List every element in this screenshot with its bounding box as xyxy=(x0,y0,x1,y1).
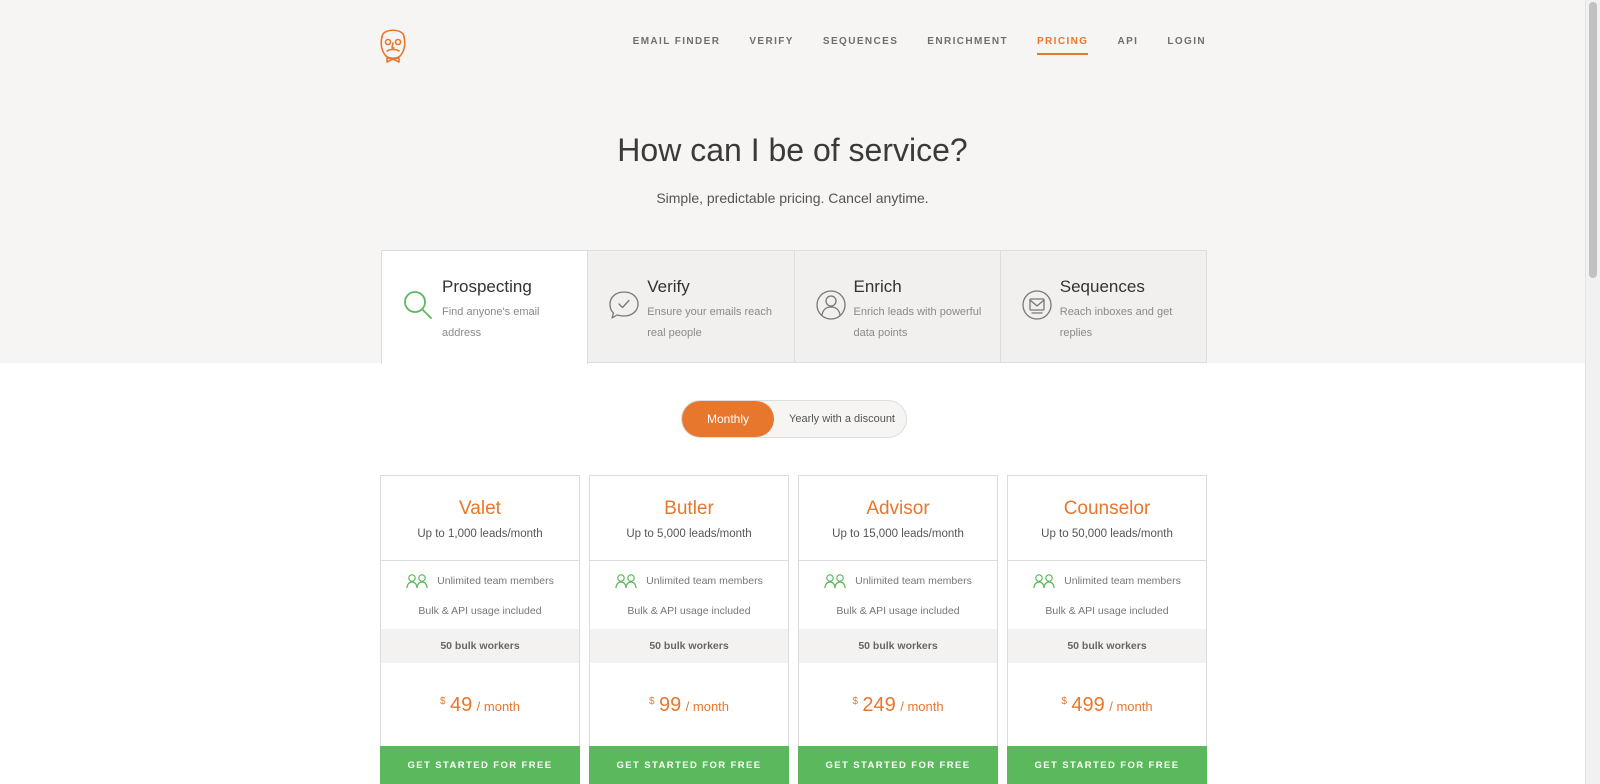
price-currency: $ xyxy=(852,696,858,707)
plan-team: Unlimited team members xyxy=(381,571,579,591)
price-amount: 249 xyxy=(862,694,896,716)
nav-verify[interactable]: VERIFY xyxy=(749,36,794,55)
price-currency: $ xyxy=(439,696,446,707)
plan-name: Butler xyxy=(664,498,714,519)
tab-desc: Enrich leads with powerful data points xyxy=(853,306,982,339)
get-started-button[interactable]: GET STARTED FOR FREE xyxy=(380,746,580,784)
plan-team-label: Unlimited team members xyxy=(437,575,554,587)
price-period: / month xyxy=(1109,699,1153,714)
plan-card-advisor: Advisor Up to 15,000 leads/month Unlimit… xyxy=(798,475,998,784)
nav-pricing[interactable]: PRICING xyxy=(1036,36,1089,55)
plan-team-label: Unlimited team members xyxy=(646,575,763,587)
tab-desc: Find anyone's email address xyxy=(442,306,540,339)
plan-bulk: Bulk & API usage included xyxy=(627,605,751,617)
plan-leads: Up to 50,000 leads/month xyxy=(1041,528,1173,540)
price-period: / month xyxy=(476,699,521,714)
plan-workers: 50 bulk workers xyxy=(590,629,788,663)
price-period: / month xyxy=(685,699,730,714)
plan-bulk: Bulk & API usage included xyxy=(836,605,960,617)
price-currency: $ xyxy=(1061,696,1067,707)
plan-name: Valet xyxy=(459,498,501,519)
tab-enrich[interactable]: Enrich Enrich leads with powerful data p… xyxy=(794,250,1001,363)
page-scrollbar[interactable] xyxy=(1585,0,1600,784)
plan-card-butler: Butler Up to 5,000 leads/month Unlimited… xyxy=(589,475,789,784)
check-bubble-icon xyxy=(609,291,639,319)
plan-leads: Up to 1,000 leads/month xyxy=(417,528,543,540)
plan-team: Unlimited team members xyxy=(799,571,997,591)
search-icon xyxy=(404,291,432,319)
person-circle-icon xyxy=(815,290,846,320)
plan-card-counselor: Counselor Up to 50,000 leads/month Unlim… xyxy=(1007,475,1207,784)
nav-login[interactable]: LOGIN xyxy=(1167,36,1206,55)
logo-butler-icon[interactable] xyxy=(376,24,410,66)
plan-card-valet: Valet Up to 1,000 leads/month Unlimited … xyxy=(380,475,580,784)
team-icon xyxy=(406,574,428,589)
get-started-button[interactable]: GET STARTED FOR FREE xyxy=(798,746,998,784)
divider xyxy=(381,560,579,561)
plan-team: Unlimited team members xyxy=(1008,571,1206,591)
price-amount: 49 xyxy=(449,694,473,716)
get-started-button[interactable]: GET STARTED FOR FREE xyxy=(1007,746,1207,784)
plan-name: Advisor xyxy=(866,498,930,519)
main-nav: EMAIL FINDER VERIFY SEQUENCES ENRICHMENT… xyxy=(633,36,1206,55)
plan-leads: Up to 5,000 leads/month xyxy=(626,528,752,540)
tab-title: Prospecting xyxy=(442,277,532,296)
divider xyxy=(590,560,788,561)
page-title: How can I be of service? xyxy=(617,132,968,168)
get-started-button[interactable]: GET STARTED FOR FREE xyxy=(589,746,789,784)
plan-workers: 50 bulk workers xyxy=(1008,629,1206,663)
tab-verify[interactable]: Verify Ensure your emails reach real peo… xyxy=(588,250,795,363)
divider xyxy=(799,560,997,561)
monthly-toggle-button[interactable]: Monthly xyxy=(682,401,774,437)
tab-desc: Reach inboxes and get replies xyxy=(1059,306,1173,339)
tab-desc: Ensure your emails reach real people xyxy=(647,306,772,339)
team-icon xyxy=(824,574,846,589)
plan-cards: Valet Up to 1,000 leads/month Unlimited … xyxy=(380,475,1208,784)
plan-workers: 50 bulk workers xyxy=(799,629,997,663)
yearly-toggle-button[interactable]: Yearly with a discount xyxy=(779,401,905,437)
price-period: / month xyxy=(900,699,944,714)
nav-sequences[interactable]: SEQUENCES xyxy=(823,36,898,55)
divider xyxy=(1008,560,1206,561)
price-amount: 99 xyxy=(658,694,682,716)
page-subtitle: Simple, predictable pricing. Cancel anyt… xyxy=(656,190,929,206)
team-icon xyxy=(1033,574,1055,589)
team-icon xyxy=(615,574,637,589)
plan-team-label: Unlimited team members xyxy=(855,575,972,587)
plan-bulk: Bulk & API usage included xyxy=(418,605,542,617)
nav-enrichment[interactable]: ENRICHMENT xyxy=(927,36,1008,55)
plan-price: $ 49 / month xyxy=(381,694,579,717)
tab-sequences[interactable]: Sequences Reach inboxes and get replies xyxy=(1000,250,1207,363)
plan-leads: Up to 15,000 leads/month xyxy=(832,528,964,540)
plan-price: $ 499 / month xyxy=(1008,694,1206,717)
tab-title: Enrich xyxy=(853,277,902,296)
price-amount: 499 xyxy=(1071,694,1105,716)
plan-price: $ 99 / month xyxy=(590,694,788,717)
product-tabs: Prospecting Find anyone's email address … xyxy=(381,250,1207,364)
plan-team: Unlimited team members xyxy=(590,571,788,591)
tab-title: Sequences xyxy=(1059,277,1145,296)
nav-api[interactable]: API xyxy=(1117,36,1138,55)
scrollbar-thumb[interactable] xyxy=(1589,2,1597,278)
nav-email-finder[interactable]: EMAIL FINDER xyxy=(633,36,721,55)
price-currency: $ xyxy=(648,696,655,707)
tab-prospecting[interactable]: Prospecting Find anyone's email address xyxy=(381,250,589,364)
plan-price: $ 249 / month xyxy=(799,694,997,717)
plan-team-label: Unlimited team members xyxy=(1064,575,1181,587)
billing-toggle: Monthly Yearly with a discount xyxy=(681,400,907,438)
plan-workers: 50 bulk workers xyxy=(381,629,579,663)
plan-bulk: Bulk & API usage included xyxy=(1045,605,1169,617)
tab-title: Verify xyxy=(647,277,690,296)
plan-name: Counselor xyxy=(1063,498,1151,519)
envelope-circle-icon xyxy=(1022,290,1052,320)
